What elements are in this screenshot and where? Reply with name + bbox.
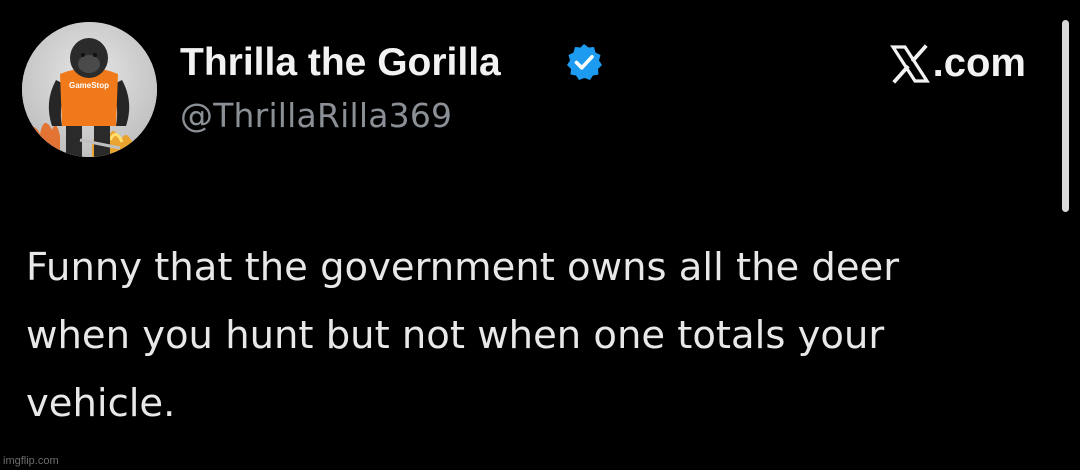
scrollbar-thumb[interactable] bbox=[1062, 20, 1069, 212]
tweet-text: Funny that the government owns all the d… bbox=[26, 234, 1056, 438]
avatar-shirt-text: GameStop bbox=[69, 81, 109, 90]
display-name[interactable]: Thrilla the Gorilla bbox=[180, 40, 501, 86]
brand-watermark: .com bbox=[889, 38, 1026, 88]
tweet-text-line: vehicle. bbox=[26, 381, 176, 426]
verified-badge-icon bbox=[567, 44, 602, 80]
x-logo-icon bbox=[889, 44, 930, 84]
scrollbar[interactable] bbox=[1061, 0, 1070, 470]
avatar[interactable]: GameStop bbox=[22, 22, 157, 157]
tweet-text-line: Funny that the government owns all the d… bbox=[26, 245, 900, 290]
brand-domain-text: .com bbox=[932, 41, 1026, 85]
user-handle[interactable]: @ThrillaRilla369 bbox=[180, 94, 452, 138]
gorilla-avatar-image: GameStop bbox=[22, 22, 157, 157]
tweet-text-line: when you hunt but not when one totals yo… bbox=[26, 313, 885, 358]
imgflip-watermark: imgflip.com bbox=[3, 455, 59, 467]
tweet-card: GameStop Thrilla the Gorilla @ThrillaRil… bbox=[0, 0, 1080, 470]
